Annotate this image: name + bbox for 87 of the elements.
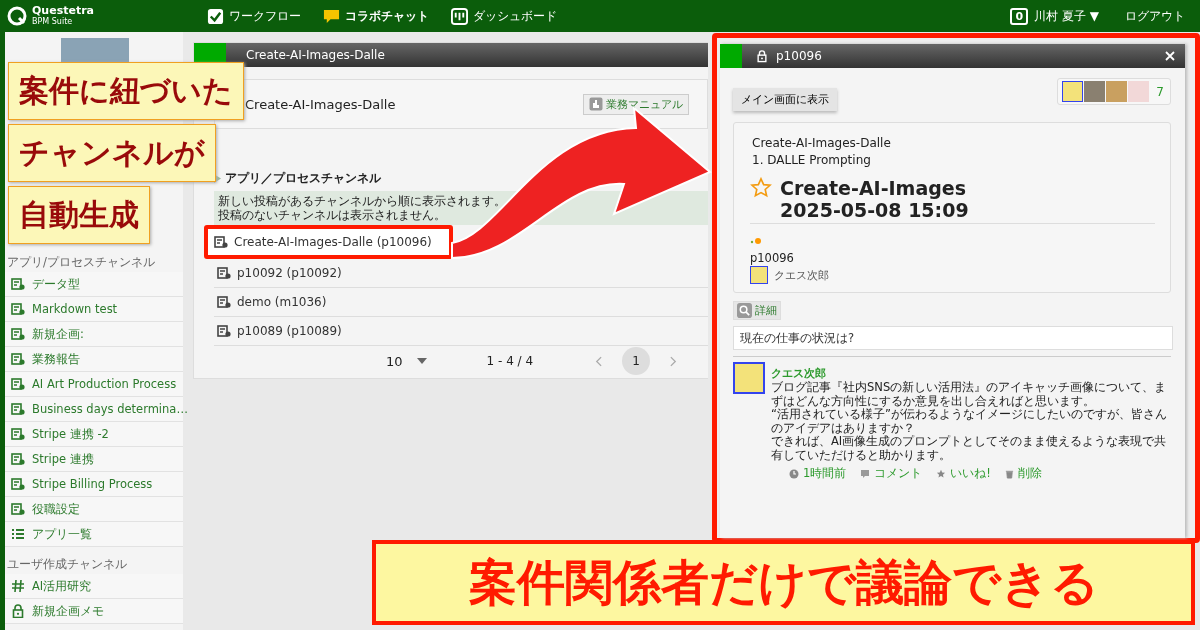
callout-label: チャンネルが	[8, 124, 216, 182]
comment-link[interactable]: コメント	[874, 466, 923, 481]
avatar-placeholder	[1062, 81, 1084, 102]
checkbox-icon	[207, 7, 224, 25]
callout-label: 案件に紐づいた	[8, 62, 244, 120]
chat-channel-icon	[11, 302, 25, 316]
delete-link[interactable]: 削除	[1017, 466, 1042, 481]
detail-button[interactable]: 詳細	[733, 301, 781, 320]
logo-icon	[7, 6, 27, 26]
thread-title: p10096	[776, 49, 822, 63]
callout-label: 自動生成	[8, 186, 150, 244]
nav-tab[interactable]: ワークフロー	[207, 7, 301, 25]
chat-channel-icon	[11, 352, 25, 366]
channel-item[interactable]: Create-AI-Images-Dalle (p10096)	[204, 225, 453, 259]
app-name: Create-AI-Images-Dalle	[751, 135, 892, 152]
post-text: ブログ記事『社内SNSの新しい活用法』のアイキャッチ画像について、まずはどんな方向性にするか意見を出し合えればと思います。	[771, 381, 1168, 408]
notice-text: 新しい投稿があるチャンネルから順に表示されます。	[218, 194, 507, 208]
close-icon[interactable]	[1165, 51, 1175, 61]
avatar-placeholder	[733, 362, 765, 394]
speech-bubble-icon	[323, 7, 340, 25]
nav-tab[interactable]: ダッシュボード	[451, 7, 557, 25]
process-title: Create-AI-Images	[780, 177, 968, 199]
post-text: “活用されている様子”が伝わるようなイメージにしたいのですが、皆さんのアイデアはありますか？	[771, 408, 1168, 435]
avatar-placeholder	[1084, 81, 1106, 102]
avatar-placeholder	[1106, 81, 1128, 102]
chat-channel-icon	[217, 266, 231, 280]
star-icon	[936, 468, 947, 479]
chat-channel-icon	[214, 235, 228, 249]
section-title: ユーザ作成チャンネル	[6, 556, 128, 573]
channel-item[interactable]: demo (m1036)	[214, 288, 708, 317]
chat-channel-icon	[11, 452, 25, 466]
chat-channel-icon	[11, 377, 25, 391]
search-icon	[737, 303, 752, 318]
caret-icon	[416, 358, 427, 364]
logout-link[interactable]: ログアウト	[1125, 7, 1185, 25]
step-name: 1. DALLE Prompting	[751, 152, 872, 169]
process-id: p10096	[750, 251, 795, 265]
chat-channel-icon	[11, 327, 25, 341]
hash-icon	[11, 579, 25, 593]
notice-text: 投稿のないチャンネルは表示されません。	[218, 208, 447, 222]
manual-button[interactable]: 業務マニュアル	[583, 93, 689, 115]
assignee-name: クエス次郎	[774, 267, 829, 283]
chevron-left-icon[interactable]	[595, 355, 603, 367]
section-title: アプリ／プロセスチャンネル	[225, 169, 381, 187]
chat-channel-icon	[217, 295, 231, 309]
chat-channel-icon	[11, 477, 25, 491]
nav-tab[interactable]: コラボチャット	[323, 7, 429, 25]
like-link[interactable]: いいね!	[950, 466, 991, 481]
channel-item[interactable]: p10089 (p10089)	[214, 317, 708, 346]
process-datetime: 2025-05-08 15:09	[780, 199, 969, 221]
page-button[interactable]: 1	[622, 347, 651, 375]
dashboard-icon	[451, 7, 468, 25]
chat-channel-icon	[11, 427, 25, 441]
chat-channel-icon	[11, 502, 25, 516]
chevron-right-icon[interactable]	[670, 355, 678, 367]
lock-icon	[11, 604, 25, 618]
page-range: 1 - 4 / 4	[486, 354, 534, 368]
avatar-placeholder	[750, 266, 768, 284]
post-text: できれば、AI画像生成のプロンプトとしてそのまま使えるような表現で共有していただけると助かります。	[771, 435, 1168, 462]
hand-icon	[589, 97, 603, 111]
chat-channel-icon	[217, 324, 231, 338]
clock-icon	[789, 468, 799, 479]
star-icon[interactable]	[750, 177, 772, 199]
page-size-select[interactable]: 10	[386, 353, 427, 369]
show-main-button[interactable]: メイン画面に表示	[733, 88, 837, 111]
user-menu[interactable]: 川村 夏子 ▼	[1034, 7, 1099, 25]
members-box[interactable]: 7	[1057, 78, 1171, 105]
comment-icon	[860, 468, 871, 479]
banner-label: 案件関係者だけで議論できる	[372, 540, 1195, 625]
author-name[interactable]: クエス次郎	[771, 367, 826, 380]
logo-subtitle: BPM Suite	[32, 16, 74, 27]
section-title: アプリ/プロセスチャンネル	[6, 254, 156, 271]
app-name: Create-AI-Images-Dalle	[245, 96, 396, 112]
channel-item[interactable]: p10092 (p10092)	[214, 259, 708, 288]
list-icon	[11, 527, 25, 541]
member-count: 7	[1156, 84, 1164, 99]
time-link[interactable]: 1時間前	[803, 466, 847, 481]
post-input-field[interactable]: 現在の仕事の状況は?	[733, 326, 1173, 350]
status-dots-icon	[750, 237, 762, 245]
chat-channel-icon	[11, 277, 25, 291]
header-accent	[720, 44, 742, 68]
chat-channel-icon	[11, 402, 25, 416]
trash-icon	[1004, 468, 1014, 479]
avatar-placeholder	[1128, 81, 1150, 102]
panel-title: Create-AI-Images-Dalle	[246, 48, 385, 62]
notification-count[interactable]: 0	[1010, 7, 1029, 25]
logo-name: Questetra	[32, 5, 94, 16]
